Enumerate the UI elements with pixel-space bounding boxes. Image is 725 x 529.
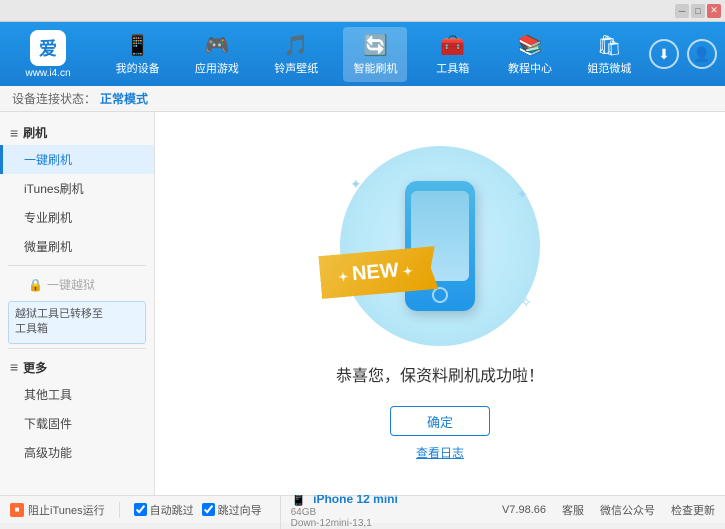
minimize-button[interactable]: ─ — [675, 4, 689, 18]
nav-ringtones-label: 铃声壁纸 — [274, 60, 318, 76]
nav-flash-label: 智能刷机 — [353, 60, 397, 76]
sparkle-1: ✦ — [350, 176, 362, 193]
ringtones-icon: 🎵 — [284, 33, 309, 58]
flash-section-label: 刷机 — [23, 124, 47, 141]
phone-body — [405, 181, 475, 311]
phone-illustration: ✦ ✦ ✧ NEW — [330, 146, 550, 346]
nav-apps-label: 应用游戏 — [195, 60, 239, 76]
service-link[interactable]: 客服 — [562, 502, 584, 518]
skip-wizard-checkbox[interactable]: 跳过向导 — [202, 502, 262, 518]
again-link[interactable]: 查看日志 — [416, 444, 464, 461]
status-bar: 设备连接状态： 正常模式 — [0, 86, 725, 112]
device-model: Down-12mini-13,1 — [291, 518, 398, 529]
bottom-right: V7.98.66 客服 微信公众号 检查更新 — [502, 502, 715, 518]
sidebar-item-pro-flash[interactable]: 专业刷机 — [0, 203, 154, 232]
more-section-icon: ≡ — [10, 359, 18, 375]
user-button[interactable]: 👤 — [687, 39, 717, 69]
header: 爱 www.i4.cn 📱 我的设备 🎮 应用游戏 🎵 铃声壁纸 🔄 智能刷机 … — [0, 22, 725, 86]
nav-toolbox[interactable]: 🧰 工具箱 — [423, 27, 483, 82]
prevent-itunes[interactable]: ■ 阻止iTunes运行 — [10, 502, 105, 518]
sidebar-divider-1 — [8, 265, 146, 266]
update-link[interactable]: 检查更新 — [671, 502, 715, 518]
tutorial-icon: 📚 — [518, 33, 543, 58]
flash-icon: 🔄 — [363, 33, 388, 58]
divider — [119, 502, 120, 518]
sidebar-section-more: ≡ 更多 — [0, 353, 154, 380]
bottom-bar: ■ 阻止iTunes运行 自动跳过 跳过向导 📱 iPhone 12 mini … — [0, 495, 725, 523]
nav-ringtones[interactable]: 🎵 铃声壁纸 — [264, 27, 328, 82]
sidebar-item-one-key-flash[interactable]: 一键刷机 — [0, 145, 154, 174]
status-value: 正常模式 — [100, 90, 148, 107]
sidebar-divider-2 — [8, 348, 146, 349]
phone-home-button — [432, 287, 448, 303]
sidebar-section-flash: ≡ 刷机 — [0, 118, 154, 145]
sidebar-item-advanced[interactable]: 高级功能 — [0, 438, 154, 467]
stop-icon: ■ — [10, 503, 24, 517]
nav-items: 📱 我的设备 🎮 应用游戏 🎵 铃声壁纸 🔄 智能刷机 🧰 工具箱 📚 教程中心… — [98, 27, 649, 82]
nav-toolbox-label: 工具箱 — [436, 60, 469, 76]
lock-icon: 🔒 — [28, 278, 43, 292]
logo-url: www.i4.cn — [25, 68, 70, 79]
status-label: 设备连接状态： — [12, 90, 96, 107]
more-section-label: 更多 — [23, 359, 47, 376]
auto-jump-checkbox[interactable]: 自动跳过 — [134, 502, 194, 518]
auto-jump-input[interactable] — [134, 503, 147, 516]
confirm-button[interactable]: 确定 — [390, 406, 490, 436]
nav-store[interactable]: 🛍 姐范微城 — [577, 27, 641, 82]
nav-tutorial[interactable]: 📚 教程中心 — [498, 27, 562, 82]
toolbox-icon: 🧰 — [440, 33, 465, 58]
wechat-link[interactable]: 微信公众号 — [600, 502, 655, 518]
download-button[interactable]: ⬇ — [649, 39, 679, 69]
store-icon: 🛍 — [597, 33, 622, 58]
sidebar-jailbreak-disabled: 🔒 一键越狱 — [0, 270, 154, 297]
sidebar-item-other-tools[interactable]: 其他工具 — [0, 380, 154, 409]
sidebar-item-firmware[interactable]: 下载固件 — [0, 409, 154, 438]
sidebar: ≡ 刷机 一键刷机 iTunes刷机 专业刷机 微量刷机 🔒 一键越狱 越狱工具… — [0, 112, 155, 495]
main-layout: ≡ 刷机 一键刷机 iTunes刷机 专业刷机 微量刷机 🔒 一键越狱 越狱工具… — [0, 112, 725, 495]
skip-wizard-label: 跳过向导 — [218, 502, 262, 518]
nav-right: ⬇ 👤 — [649, 39, 717, 69]
logo-icon: 爱 — [30, 30, 66, 66]
device-storage: 64GB — [291, 507, 398, 518]
nav-tutorial-label: 教程中心 — [508, 60, 552, 76]
nav-smart-flash[interactable]: 🔄 智能刷机 — [343, 27, 407, 82]
logo[interactable]: 爱 www.i4.cn — [8, 30, 88, 79]
prevent-itunes-label: 阻止iTunes运行 — [28, 502, 105, 518]
sidebar-item-itunes-flash[interactable]: iTunes刷机 — [0, 174, 154, 203]
close-button[interactable]: ✕ — [707, 4, 721, 18]
flash-section-icon: ≡ — [10, 125, 18, 141]
nav-store-label: 姐范微城 — [587, 60, 631, 76]
content-area: ✦ ✦ ✧ NEW 恭喜您，保资料刷机成功啦！ 确定 查看日志 — [155, 112, 725, 495]
apps-icon: 🎮 — [204, 33, 229, 58]
version-label: V7.98.66 — [502, 504, 546, 516]
nav-my-device-label: 我的设备 — [116, 60, 160, 76]
skip-wizard-input[interactable] — [202, 503, 215, 516]
success-message: 恭喜您，保资料刷机成功啦！ — [336, 362, 544, 386]
nav-my-device[interactable]: 📱 我的设备 — [106, 27, 170, 82]
sparkle-2: ✦ — [516, 186, 528, 203]
jailbreak-notice: 越狱工具已转移至工具箱 — [8, 301, 146, 344]
title-bar: ─ □ ✕ — [0, 0, 725, 22]
device-icon: 📱 — [125, 33, 150, 58]
sparkle-3: ✧ — [520, 294, 532, 311]
sidebar-item-restore-flash[interactable]: 微量刷机 — [0, 232, 154, 261]
auto-jump-label: 自动跳过 — [150, 502, 194, 518]
nav-apps-games[interactable]: 🎮 应用游戏 — [185, 27, 249, 82]
maximize-button[interactable]: □ — [691, 4, 705, 18]
